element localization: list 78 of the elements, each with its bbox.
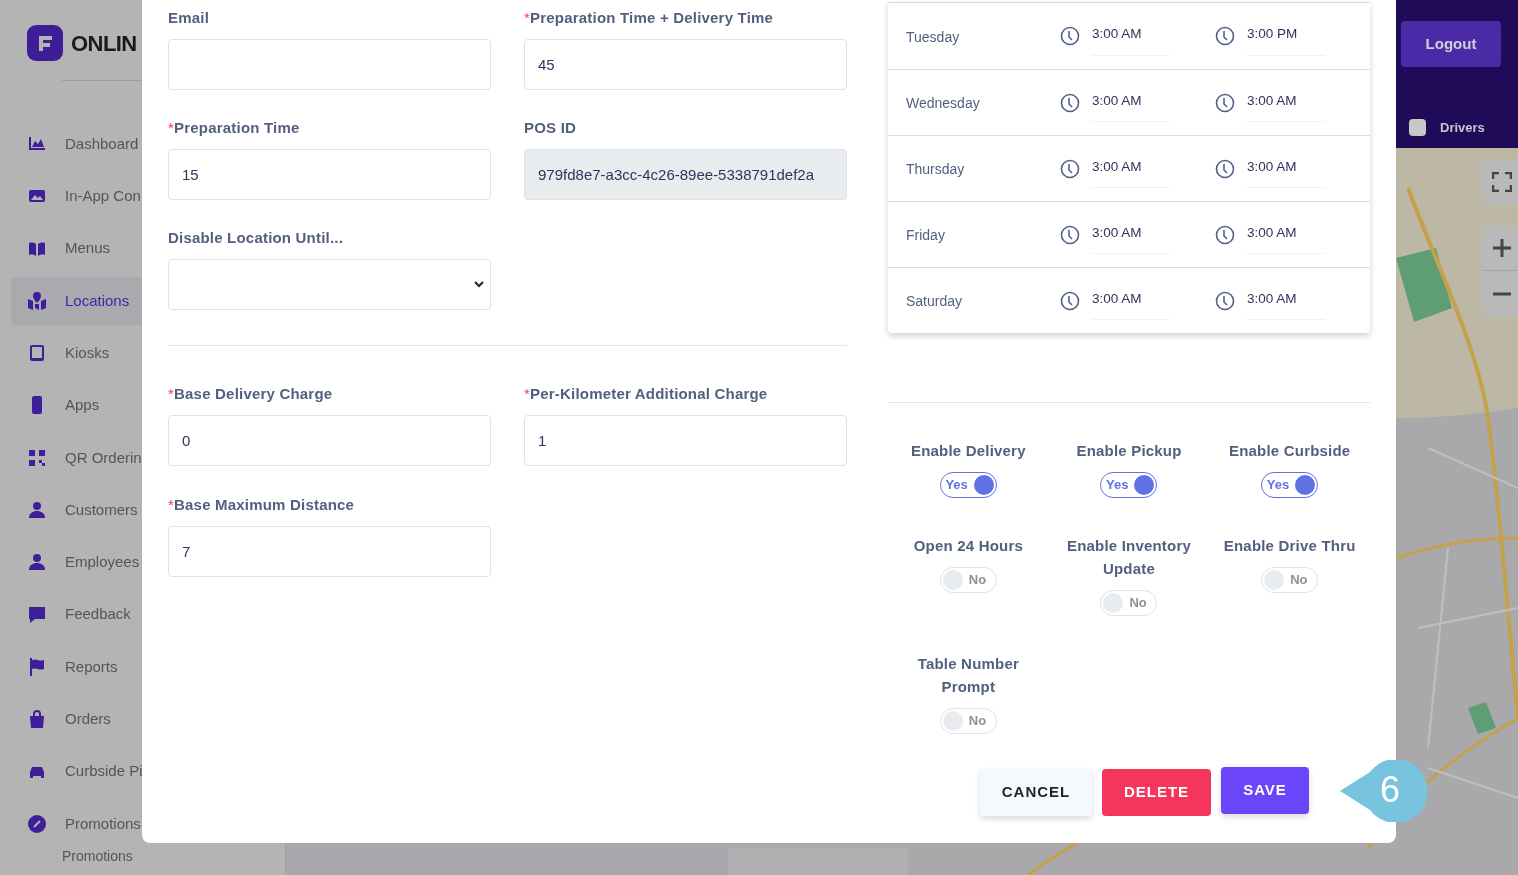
sidebar-item[interactable]: Kiosks: [11, 329, 211, 378]
toggle-label: Open 24 Hours: [913, 536, 1023, 556]
step-number: 6: [1380, 768, 1401, 812]
toggle-label: Enable Delivery: [910, 441, 1026, 461]
toggle-label: Enable Drive Thru: [1223, 536, 1356, 556]
sidebar-item[interactable]: Curbside Pi: [11, 747, 211, 796]
clock-icon: [1215, 26, 1235, 46]
field-label: POS ID: [524, 118, 578, 138]
logo-text: ONLIN: [71, 29, 137, 58]
delete-button[interactable]: DELETE: [1102, 769, 1211, 816]
time-field[interactable]: 3:00 AM: [1092, 82, 1170, 123]
day-label: Saturday: [905, 292, 964, 311]
logout-button[interactable]: Logout: [1401, 21, 1501, 67]
time-field[interactable]: 3:00 AM: [1247, 82, 1325, 123]
person-icon: [27, 500, 47, 521]
field-label: *Per-Kilometer Additional Charge: [524, 384, 769, 404]
fullscreen-icon: [1492, 172, 1512, 192]
minus-icon: [1492, 291, 1512, 296]
flag-icon: [27, 656, 47, 677]
save-button[interactable]: SAVE: [1221, 767, 1309, 814]
clock-icon: [1060, 92, 1080, 113]
field-label: *Preparation Time + Delivery Time: [524, 8, 775, 28]
toggle-label: Table Number Prompt: [916, 654, 1020, 697]
badge-icon: [27, 813, 47, 834]
time-field[interactable]: 3:00 AM: [1092, 16, 1170, 56]
toggle-label: Enable Curbside: [1229, 441, 1351, 461]
clock-icon: [1060, 224, 1080, 245]
clock-icon: [1060, 290, 1080, 311]
tablet-icon: [27, 343, 47, 364]
input-field[interactable]: 7: [168, 526, 491, 577]
bag-icon: [27, 709, 47, 730]
sidebar-item[interactable]: Reports: [11, 642, 211, 691]
drivers-checkbox[interactable]: [1409, 119, 1426, 137]
time-field[interactable]: 3:00 AM: [1092, 280, 1170, 321]
time-field[interactable]: 3:00 AM: [1247, 280, 1325, 321]
time-field[interactable]: 3:00 PM: [1247, 16, 1325, 56]
input-field[interactable]: 15: [168, 149, 491, 200]
logo-icon: [27, 25, 63, 61]
time-field[interactable]: 3:00 AM: [1092, 214, 1170, 255]
cancel-button[interactable]: CANCEL: [980, 769, 1092, 816]
qr-code-icon: [27, 447, 47, 468]
day-label: Wednesday: [905, 94, 981, 113]
clock-icon: [1215, 224, 1235, 245]
clock-icon: [1060, 26, 1080, 46]
input-field[interactable]: 45: [524, 39, 847, 90]
person-icon: [27, 552, 47, 573]
plus-icon: [1492, 238, 1512, 258]
field-label: Email: [168, 8, 211, 28]
day-label: Thursday: [905, 160, 966, 179]
time-field[interactable]: 3:00 AM: [1247, 148, 1325, 189]
map-pin-icon: [27, 290, 47, 311]
field-label: *Base Maximum Distance: [168, 495, 356, 515]
input-field[interactable]: 979fd8e7-a3cc-4c26-89ee-5338791def2a: [524, 149, 847, 200]
chat-bubble-icon: [27, 604, 47, 625]
input-field[interactable]: [168, 39, 491, 90]
input-field[interactable]: 0: [168, 415, 491, 466]
toggle-label: Enable Pickup: [1076, 441, 1182, 461]
fullscreen-button[interactable]: [1482, 160, 1518, 204]
field-label: Disable Location Until...: [168, 228, 345, 248]
sidebar-subitem[interactable]: Promotions: [11, 846, 285, 868]
clock-icon: [1215, 92, 1235, 113]
field-label: *Base Delivery Charge: [168, 384, 334, 404]
select-field[interactable]: [168, 259, 491, 310]
sidebar-item[interactable]: Feedback: [11, 590, 211, 639]
drivers-label: Drivers: [1440, 119, 1485, 137]
clock-icon: [1215, 158, 1235, 179]
sidebar-item[interactable]: Promotions: [11, 799, 211, 848]
input-field[interactable]: 1: [524, 415, 847, 466]
field-label: *Preparation Time: [168, 118, 301, 138]
sidebar-item[interactable]: Orders: [11, 695, 211, 744]
toggle-label: Enable Inventory Update: [1065, 536, 1192, 579]
chevron-down-icon: [474, 281, 484, 288]
time-field[interactable]: 3:00 AM: [1092, 148, 1170, 189]
time-field[interactable]: 3:00 AM: [1247, 214, 1325, 255]
clock-icon: [1060, 158, 1080, 179]
day-label: Friday: [905, 226, 946, 245]
day-label: Tuesday: [905, 27, 961, 47]
clock-icon: [1215, 290, 1235, 311]
